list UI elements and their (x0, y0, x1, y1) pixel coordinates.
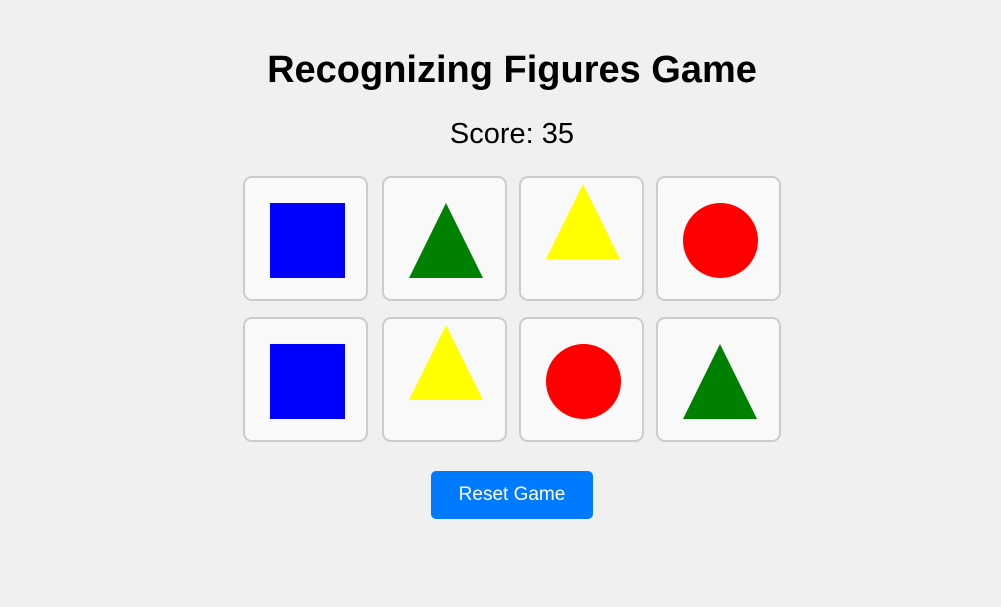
triangle-shape (409, 203, 483, 278)
reset-game-button[interactable]: Reset Game (431, 471, 593, 519)
page-title: Recognizing Figures Game (267, 49, 757, 91)
figure-card-3[interactable] (519, 176, 644, 301)
figure-card-6[interactable] (382, 317, 507, 442)
game-board (243, 176, 785, 446)
circle-shape (546, 344, 621, 419)
figure-card-7[interactable] (519, 317, 644, 442)
triangle-shape (409, 325, 483, 400)
figure-card-2[interactable] (382, 176, 507, 301)
circle-shape (683, 203, 758, 278)
square-shape (270, 344, 345, 419)
score-display: Score: 35 (449, 118, 575, 150)
figure-card-1[interactable] (243, 176, 368, 301)
figure-card-5[interactable] (243, 317, 368, 442)
triangle-shape (683, 344, 757, 419)
triangle-shape (546, 184, 620, 259)
figure-card-8[interactable] (656, 317, 781, 442)
figure-card-4[interactable] (656, 176, 781, 301)
square-shape (270, 203, 345, 278)
